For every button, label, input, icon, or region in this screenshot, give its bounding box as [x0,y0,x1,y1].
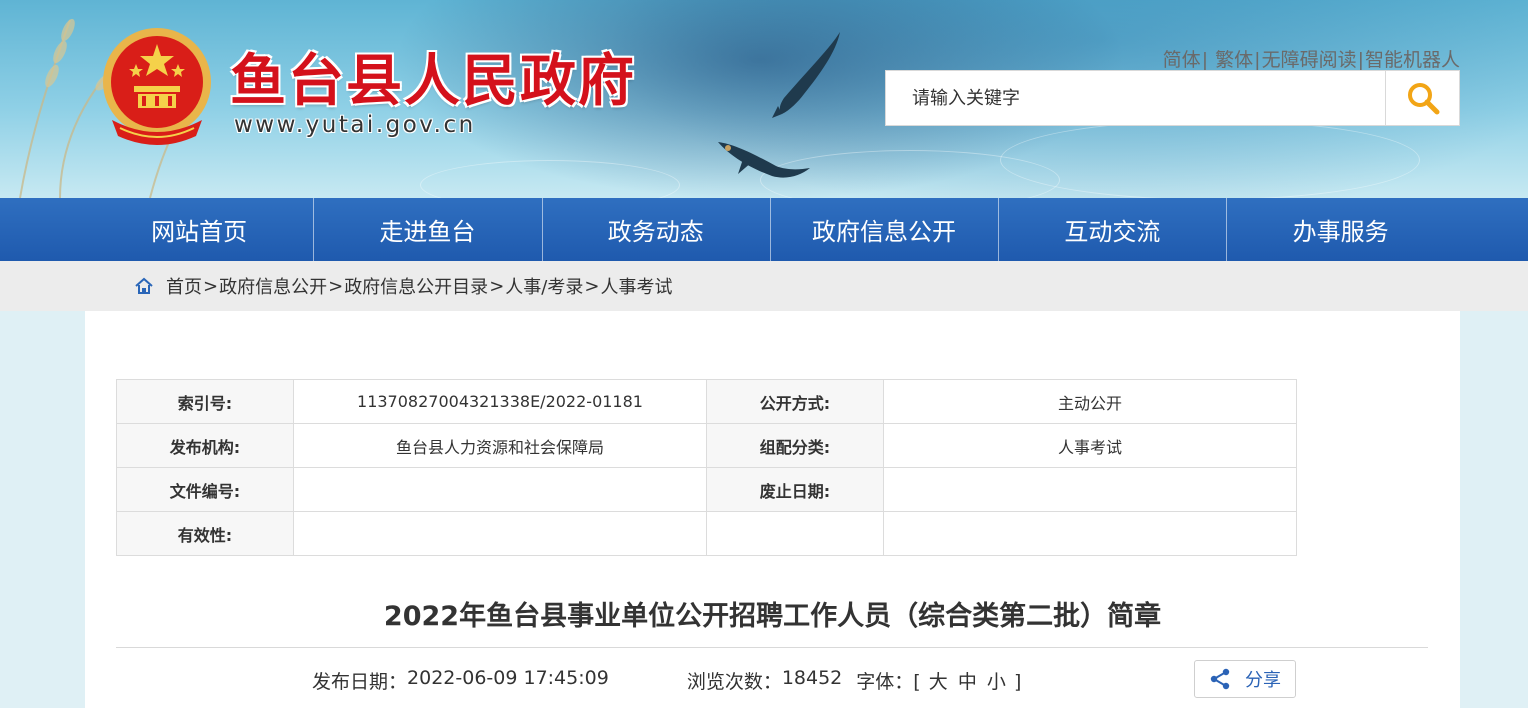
view-count-label: 浏览次数： [686,671,782,693]
search-input[interactable] [886,71,1385,125]
home-icon [135,277,153,294]
disclosure-method-value: 主动公开 [883,379,1297,424]
publish-info: 发布日期： 2022-06-09 17:45:09 浏览次数： 18452 字体… [312,667,1021,694]
view-count: 18452 [781,667,843,689]
breadcrumb-disclosure-catalog[interactable]: 政府信息公开目录 [344,273,488,299]
empty-cell [706,511,884,556]
national-emblem-icon [103,28,211,145]
breadcrumb-personnel-exam[interactable]: 人事考试 [600,273,672,299]
main-nav: 网站首页 走进鱼台 政务动态 政府信息公开 互动交流 办事服务 [0,198,1528,261]
font-size-medium-button[interactable]: 中 [958,671,977,693]
search-box [885,70,1460,126]
nav-item-information-disclosure[interactable]: 政府信息公开 [769,198,998,261]
index-number-value: 11370827004321338E/2022-01181 [293,379,707,424]
font-size-small-button[interactable]: 小 [987,671,1006,693]
category-label: 组配分类: [706,423,884,468]
table-row: 文件编号: 废止日期: [116,467,1297,512]
nav-item-services[interactable]: 办事服务 [1226,198,1454,261]
nav-item-about-yutai[interactable]: 走进鱼台 [313,198,541,261]
validity-label: 有效性: [116,511,294,556]
index-number-label: 索引号: [116,379,294,424]
nav-item-interaction[interactable]: 互动交流 [998,198,1226,261]
expiry-date-value [883,467,1297,512]
article-title: 2022年鱼台县事业单位公开招聘工作人员（综合类第二批）简章 [383,601,1162,632]
nav-item-government-news[interactable]: 政务动态 [541,198,770,261]
breadcrumb-bar: 首页 > 政府信息公开 > 政府信息公开目录 > 人事/考录 > 人事考试 [0,261,1528,311]
share-button[interactable]: 分享 [1194,660,1296,698]
title-divider [116,647,1428,648]
accessible-reading-link[interactable]: 无障碍阅读 [1262,49,1357,71]
category-value: 人事考试 [883,423,1297,468]
header-banner: 鱼台县人民政府 www.yutai.gov.cn 简体| 繁体|无障碍阅读|智能… [0,0,1528,198]
search-icon [1407,83,1439,115]
publisher-value: 鱼台县人力资源和社会保障局 [293,423,707,468]
link-separator: | [1201,49,1209,71]
traditional-chinese-link[interactable]: 繁体 [1215,49,1253,71]
top-links: 简体| 繁体|无障碍阅读|智能机器人 [1163,45,1460,72]
publish-date: 2022-06-09 17:45:09 [407,667,609,689]
font-bracket-close: ] [1013,671,1022,693]
table-row: 发布机构: 鱼台县人力资源和社会保障局 组配分类: 人事考试 [116,423,1297,468]
site-url: www.yutai.gov.cn [234,112,476,138]
table-row: 索引号: 11370827004321338E/2022-01181 公开方式:… [116,379,1297,424]
breadcrumb: 首页 > 政府信息公开 > 政府信息公开目录 > 人事/考录 > 人事考试 [134,261,672,311]
content-panel: 索引号: 11370827004321338E/2022-01181 公开方式:… [85,311,1460,708]
disclosure-method-label: 公开方式: [706,379,884,424]
site-title[interactable]: 鱼台县人民政府 [230,36,636,117]
breadcrumb-home[interactable]: 首页 [166,273,202,299]
publisher-label: 发布机构: [116,423,294,468]
share-label: 分享 [1245,670,1281,691]
water-ripple [420,160,680,198]
expiry-date-label: 废止日期: [706,467,884,512]
validity-value [293,511,707,556]
link-separator: | [1357,49,1364,71]
smart-robot-link[interactable]: 智能机器人 [1365,49,1460,71]
font-size-label: 字体： [856,671,914,693]
breadcrumb-personnel[interactable]: 人事/考录 [505,273,583,299]
publish-date-label: 发布日期： [312,671,408,693]
breadcrumb-separator: > [489,275,505,297]
koi-fish-icon [772,32,840,118]
font-bracket-open: [ [913,671,921,693]
link-separator: | [1254,49,1261,71]
nav-item-home[interactable]: 网站首页 [85,198,313,261]
share-icon [1210,668,1230,690]
breadcrumb-separator: > [203,275,219,297]
document-number-label: 文件编号: [116,467,294,512]
breadcrumb-information-disclosure[interactable]: 政府信息公开 [219,273,327,299]
water-ripple [1000,120,1420,198]
empty-cell [883,511,1297,556]
breadcrumb-separator: > [328,275,344,297]
breadcrumb-separator: > [584,275,600,297]
document-meta-table: 索引号: 11370827004321338E/2022-01181 公开方式:… [116,379,1297,556]
koi-fish-icon [718,142,810,178]
search-button[interactable] [1385,71,1459,125]
table-row: 有效性: [116,511,1297,556]
simplified-chinese-link[interactable]: 简体 [1163,49,1201,71]
font-size-large-button[interactable]: 大 [929,671,948,693]
document-number-value [293,467,707,512]
font-size-control: [ 大 中 小 ] [913,667,1021,694]
